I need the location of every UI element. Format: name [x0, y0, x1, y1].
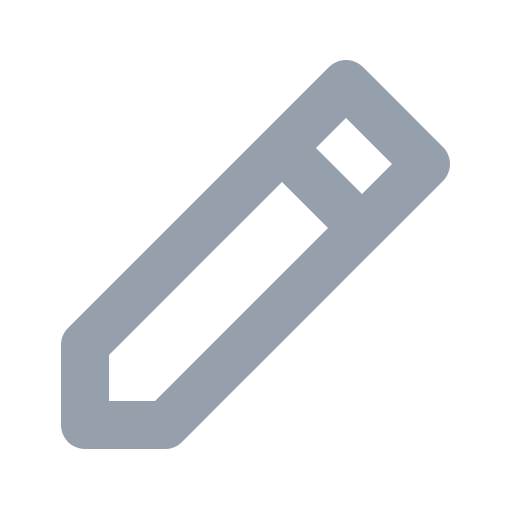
pencil-outline: [61, 60, 450, 449]
pencil-ferrule-line: [281, 147, 363, 229]
pencil-shape: [61, 60, 450, 449]
edit-button[interactable]: [0, 0, 512, 512]
pencil-icon: [61, 60, 450, 449]
icon-canvas: [0, 0, 512, 512]
